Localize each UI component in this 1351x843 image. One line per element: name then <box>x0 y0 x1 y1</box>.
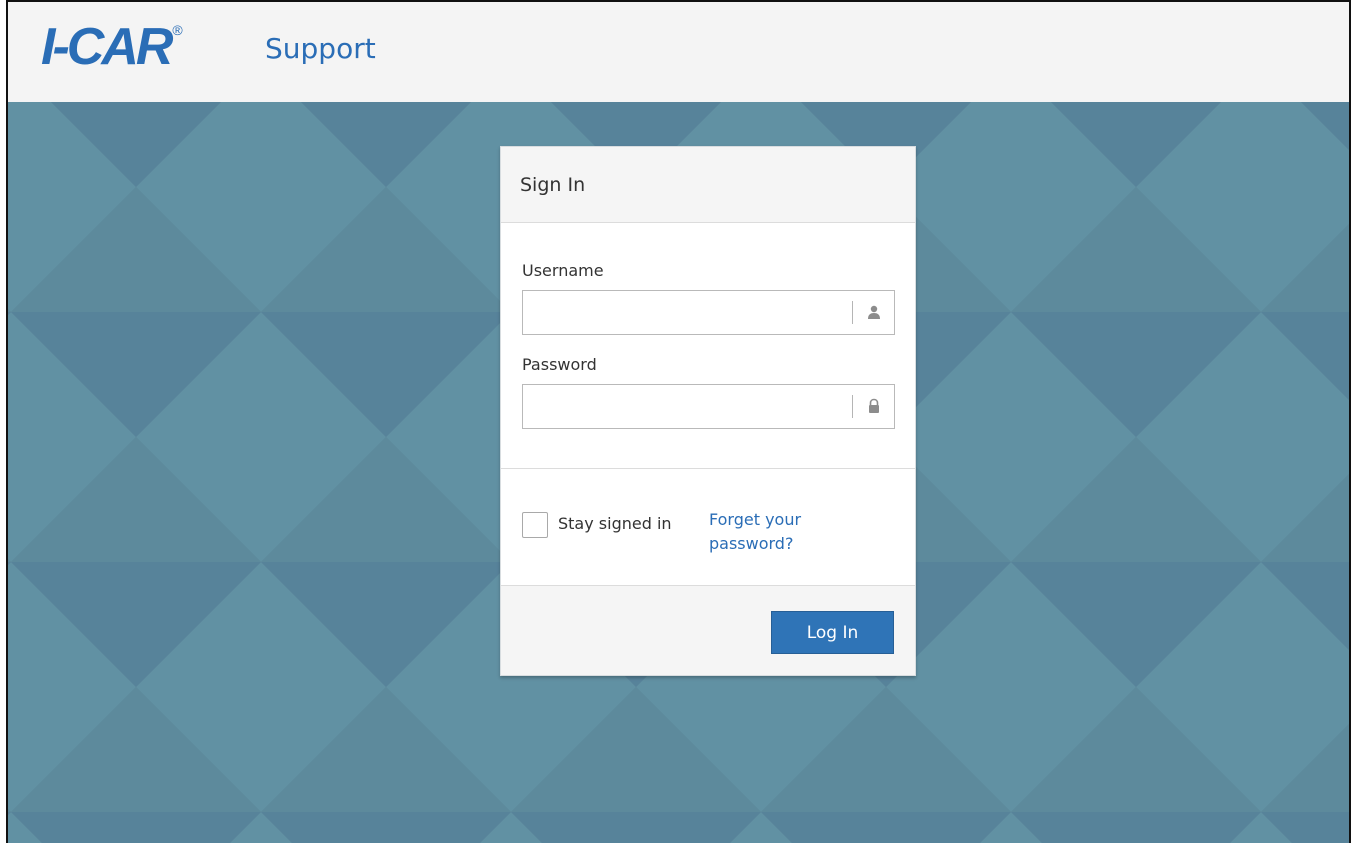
username-label: Username <box>522 261 604 280</box>
forgot-password-link[interactable]: Forget your password? <box>709 508 829 556</box>
card-title: Sign In <box>520 173 586 196</box>
registered-mark: ® <box>172 22 183 38</box>
credentials-section: Username Password <box>501 223 915 469</box>
password-label: Password <box>522 355 597 374</box>
card-header: Sign In <box>501 147 915 223</box>
username-field[interactable] <box>522 290 895 335</box>
log-in-button[interactable]: Log In <box>771 611 894 654</box>
user-icon <box>868 305 880 319</box>
card-footer: Log In <box>501 586 915 675</box>
options-section: Stay signed in Forget your password? <box>501 469 915 586</box>
icar-logo[interactable]: I-CAR ® <box>41 20 183 74</box>
lock-icon <box>869 398 879 413</box>
password-field[interactable] <box>522 384 895 429</box>
password-input[interactable] <box>523 385 853 428</box>
field-divider <box>852 301 853 324</box>
browser-frame: I-CAR ® Support Sign In Username Passwor… <box>6 0 1351 843</box>
stay-signed-in-label[interactable]: Stay signed in <box>558 514 672 533</box>
sign-in-card: Sign In Username Password Stay signed in… <box>500 146 916 676</box>
logo-text: I-CAR <box>41 18 173 76</box>
stay-signed-in-checkbox[interactable] <box>522 512 548 538</box>
brand-subtitle: Support <box>265 32 376 65</box>
username-input[interactable] <box>523 291 853 334</box>
field-divider <box>852 395 853 418</box>
top-header: I-CAR ® Support <box>8 2 1349 102</box>
